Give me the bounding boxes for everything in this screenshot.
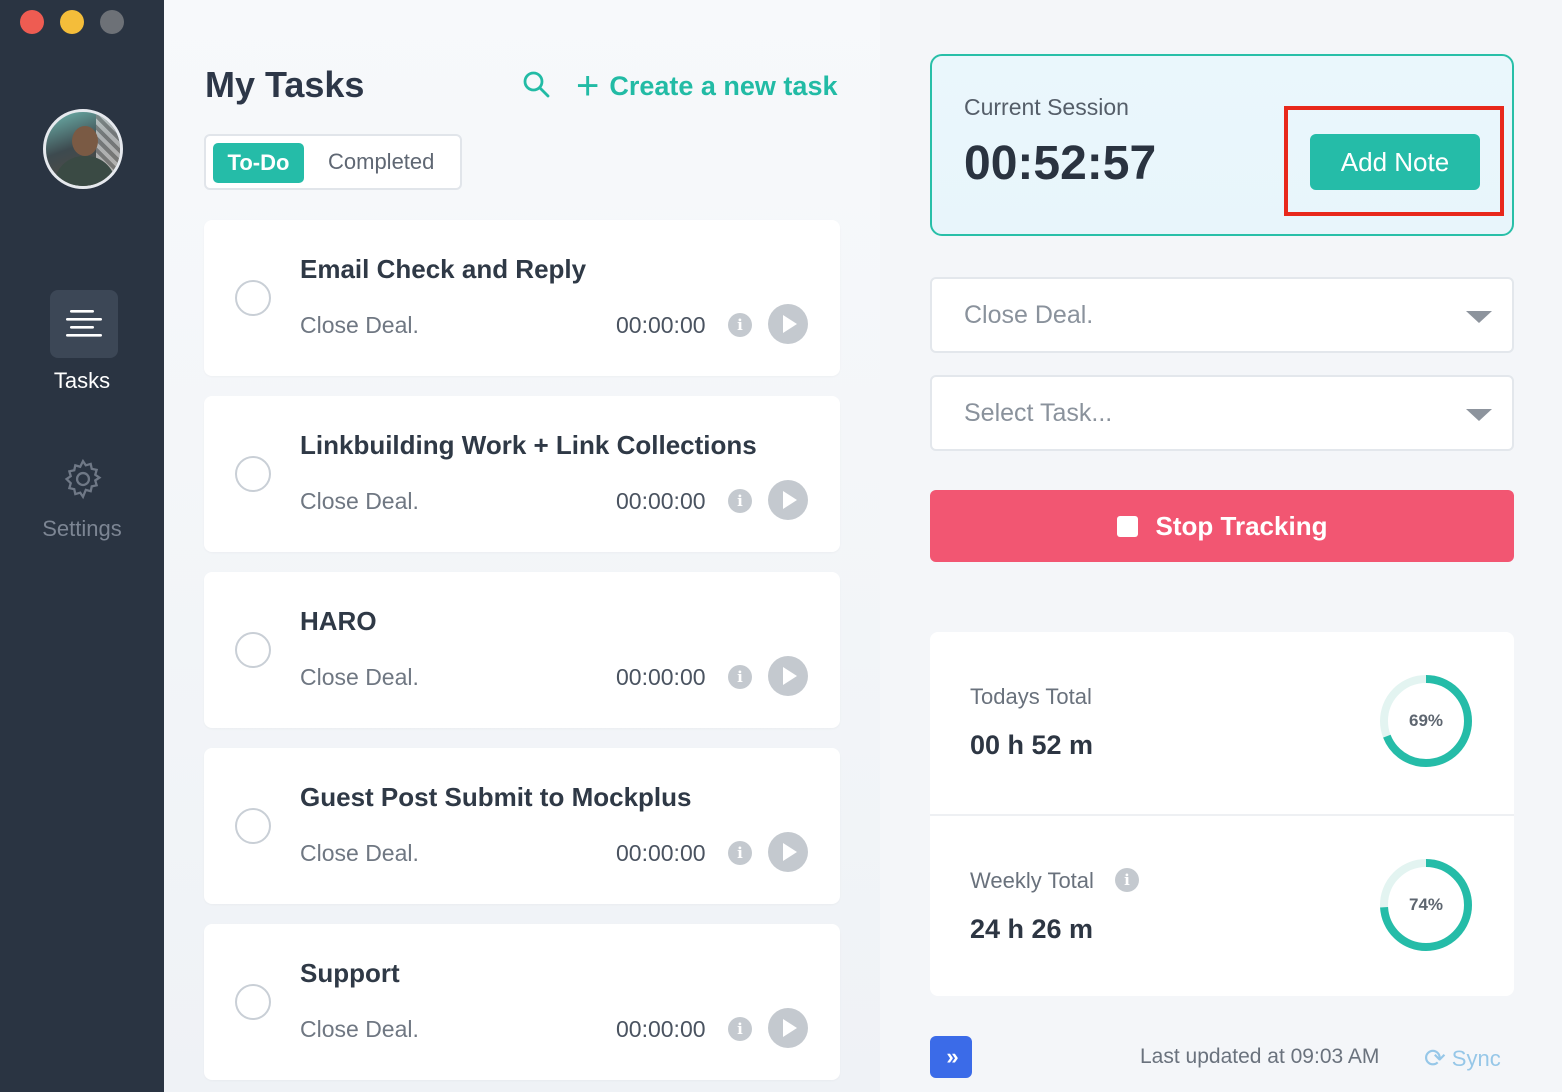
task-filter-toggle: To-Do Completed	[204, 134, 462, 190]
info-icon[interactable]: i	[728, 841, 752, 865]
add-note-button[interactable]: Add Note	[1310, 134, 1480, 190]
chevron-down-icon	[1466, 311, 1492, 323]
info-icon[interactable]: i	[728, 1017, 752, 1041]
search-icon[interactable]	[522, 70, 550, 98]
page-title: My Tasks	[205, 64, 365, 105]
task-card[interactable]: Guest Post Submit to Mockplus Close Deal…	[204, 748, 840, 904]
plus-icon: +	[576, 64, 600, 108]
task-complete-checkbox[interactable]	[235, 808, 271, 844]
session-panel: Current Session 00:52:57 Add Note Close …	[880, 0, 1562, 1092]
project-select[interactable]: Close Deal.	[930, 277, 1514, 353]
task-project: Close Deal.	[300, 840, 419, 866]
task-select-placeholder: Select Task...	[964, 399, 1113, 427]
last-updated-text: Last updated at 09:03 AM	[1140, 1045, 1380, 1068]
divider	[930, 814, 1514, 816]
task-time: 00:00:00	[616, 840, 706, 866]
sidebar-item-settings-label[interactable]: Settings	[0, 516, 164, 542]
chevron-down-icon	[1466, 409, 1492, 421]
task-time: 00:00:00	[616, 488, 706, 514]
sync-label: Sync	[1451, 1045, 1501, 1071]
current-session-card: Current Session 00:52:57 Add Note	[930, 54, 1514, 236]
today-percent: 69%	[1408, 711, 1444, 730]
create-task-button[interactable]: + Create a new task	[576, 66, 837, 106]
task-name: Guest Post Submit to Mockplus	[300, 782, 692, 812]
window-close-button[interactable]	[20, 10, 44, 34]
session-label: Current Session	[964, 94, 1129, 120]
play-button[interactable]	[768, 832, 808, 872]
play-button[interactable]	[768, 656, 808, 696]
task-project: Close Deal.	[300, 1016, 419, 1042]
task-complete-checkbox[interactable]	[235, 456, 271, 492]
task-complete-checkbox[interactable]	[235, 984, 271, 1020]
task-time: 00:00:00	[616, 664, 706, 690]
weekly-progress-ring: 74%	[1378, 857, 1474, 953]
task-project: Close Deal.	[300, 312, 419, 338]
task-project: Close Deal.	[300, 488, 419, 514]
tab-completed[interactable]: Completed	[328, 149, 434, 175]
stop-icon	[1116, 515, 1138, 537]
weekly-total-value: 24 h 26 m	[970, 914, 1094, 944]
project-select-value: Close Deal.	[964, 301, 1094, 329]
info-icon[interactable]: i	[728, 489, 752, 513]
weekly-percent: 74%	[1408, 895, 1444, 914]
tasks-panel: My Tasks + Create a new task To-Do Compl…	[164, 0, 880, 1092]
sidebar: Tasks Settings	[0, 0, 164, 1092]
sync-icon: ⟳	[1424, 1043, 1446, 1073]
task-select[interactable]: Select Task...	[930, 375, 1514, 451]
task-complete-checkbox[interactable]	[235, 632, 271, 668]
stop-tracking-button[interactable]: Stop Tracking	[930, 490, 1514, 562]
sidebar-item-tasks-label[interactable]: Tasks	[0, 368, 164, 394]
task-complete-checkbox[interactable]	[235, 280, 271, 316]
task-name: HARO	[300, 606, 377, 636]
totals-card: Todays Total 00 h 52 m 69% Weekly Total …	[930, 632, 1514, 996]
create-task-label: Create a new task	[609, 70, 838, 101]
task-project: Close Deal.	[300, 664, 419, 690]
expand-button[interactable]: »	[930, 1036, 972, 1078]
today-total-label: Todays Total	[970, 684, 1092, 709]
today-total-value: 00 h 52 m	[970, 730, 1094, 760]
sidebar-item-tasks[interactable]	[50, 290, 118, 358]
info-icon[interactable]: i	[728, 665, 752, 689]
tab-todo[interactable]: To-Do	[213, 143, 304, 183]
task-card[interactable]: Linkbuilding Work + Link Collections Clo…	[204, 396, 840, 552]
gear-icon[interactable]	[62, 458, 104, 500]
task-name: Email Check and Reply	[300, 254, 587, 284]
today-progress-ring: 69%	[1378, 673, 1474, 769]
play-button[interactable]	[768, 304, 808, 344]
task-time: 00:00:00	[616, 1016, 706, 1042]
task-card[interactable]: Support Close Deal. 00:00:00 i	[204, 924, 840, 1080]
session-timer: 00:52:57	[964, 137, 1157, 190]
window-zoom-button[interactable]	[100, 10, 124, 34]
avatar[interactable]	[43, 109, 123, 189]
task-name: Support	[300, 958, 400, 988]
weekly-total-label: Weekly Total	[970, 868, 1094, 893]
stop-tracking-label: Stop Tracking	[1155, 510, 1328, 541]
list-icon	[66, 310, 102, 337]
task-name: Linkbuilding Work + Link Collections	[300, 430, 757, 460]
play-button[interactable]	[768, 1008, 808, 1048]
task-card[interactable]: Email Check and Reply Close Deal. 00:00:…	[204, 220, 840, 376]
info-icon[interactable]: i	[728, 313, 752, 337]
info-icon[interactable]: i	[1115, 868, 1139, 892]
window-minimize-button[interactable]	[60, 10, 84, 34]
sync-button[interactable]: ⟳ Sync	[1424, 1043, 1501, 1074]
task-card[interactable]: HARO Close Deal. 00:00:00 i	[204, 572, 840, 728]
play-button[interactable]	[768, 480, 808, 520]
task-time: 00:00:00	[616, 312, 706, 338]
